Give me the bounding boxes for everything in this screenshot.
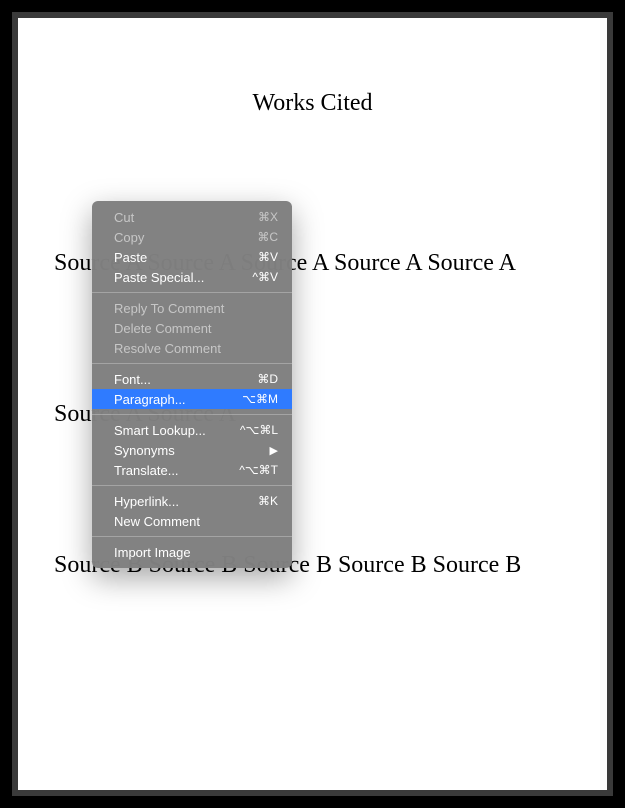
menu-separator <box>92 485 292 486</box>
menu-shortcut: ⌘D <box>257 372 278 386</box>
menu-separator <box>92 414 292 415</box>
menu-label: Font... <box>114 372 151 387</box>
menu-separator <box>92 536 292 537</box>
menu-shortcut: ⌘X <box>258 210 278 224</box>
menu-label: Cut <box>114 210 134 225</box>
menu-new-comment[interactable]: New Comment <box>92 511 292 531</box>
menu-font[interactable]: Font... ⌘D <box>92 369 292 389</box>
menu-paragraph[interactable]: Paragraph... ⌥⌘M <box>92 389 292 409</box>
menu-cut: Cut ⌘X <box>92 207 292 227</box>
menu-label: Smart Lookup... <box>114 423 206 438</box>
menu-shortcut: ^⌥⌘T <box>239 463 278 477</box>
submenu-arrow-icon: ▶ <box>270 444 278 457</box>
page-title: Works Cited <box>18 90 607 117</box>
menu-label: New Comment <box>114 514 200 529</box>
context-menu: Cut ⌘X Copy ⌘C Paste ⌘V Paste Special...… <box>92 201 292 568</box>
menu-shortcut: ^⌥⌘L <box>240 423 278 437</box>
menu-copy: Copy ⌘C <box>92 227 292 247</box>
menu-hyperlink[interactable]: Hyperlink... ⌘K <box>92 491 292 511</box>
menu-paste[interactable]: Paste ⌘V <box>92 247 292 267</box>
menu-label: Paste <box>114 250 147 265</box>
menu-translate[interactable]: Translate... ^⌥⌘T <box>92 460 292 480</box>
menu-shortcut: ⌘K <box>258 494 278 508</box>
menu-label: Paste Special... <box>114 270 204 285</box>
menu-shortcut: ^⌘V <box>252 270 278 284</box>
menu-smart-lookup[interactable]: Smart Lookup... ^⌥⌘L <box>92 420 292 440</box>
menu-shortcut: ⌥⌘M <box>242 392 278 406</box>
menu-label: Reply To Comment <box>114 301 224 316</box>
menu-label: Copy <box>114 230 144 245</box>
menu-reply-comment: Reply To Comment <box>92 298 292 318</box>
menu-delete-comment: Delete Comment <box>92 318 292 338</box>
menu-label: Synonyms <box>114 443 175 458</box>
menu-label: Delete Comment <box>114 321 212 336</box>
menu-paste-special[interactable]: Paste Special... ^⌘V <box>92 267 292 287</box>
menu-label: Paragraph... <box>114 392 186 407</box>
menu-label: Import Image <box>114 545 191 560</box>
document-page[interactable]: Works Cited Source A Source A Source A S… <box>18 18 607 790</box>
window-frame: Works Cited Source A Source A Source A S… <box>12 12 613 796</box>
menu-label: Resolve Comment <box>114 341 221 356</box>
menu-import-image[interactable]: Import Image <box>92 542 292 562</box>
menu-label: Translate... <box>114 463 179 478</box>
menu-synonyms[interactable]: Synonyms ▶ <box>92 440 292 460</box>
menu-separator <box>92 363 292 364</box>
menu-resolve-comment: Resolve Comment <box>92 338 292 358</box>
menu-shortcut: ⌘C <box>257 230 278 244</box>
menu-shortcut: ⌘V <box>258 250 278 264</box>
menu-separator <box>92 292 292 293</box>
menu-label: Hyperlink... <box>114 494 179 509</box>
